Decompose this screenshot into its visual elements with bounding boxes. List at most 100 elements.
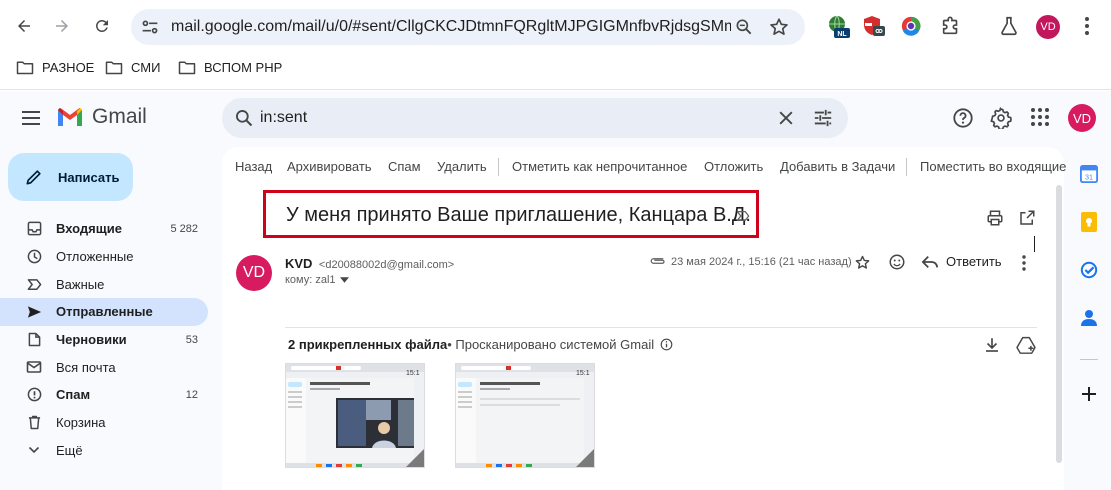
archive-button[interactable]: Архивировать [287, 159, 372, 174]
search-options-icon[interactable] [812, 108, 834, 128]
nav-item-inbox[interactable]: Входящие 5 282 [0, 215, 208, 243]
nav-label: Важные [56, 276, 105, 292]
help-icon[interactable] [952, 107, 974, 129]
bookmark-folder-vspom-php[interactable]: ВСПОМ PHP [178, 60, 282, 75]
back-button[interactable]: Назад [235, 159, 272, 174]
recipients-line[interactable]: кому: zal1 [285, 274, 349, 286]
nav-item-spam[interactable]: Спам 12 [0, 381, 208, 409]
forward-arrow-icon[interactable] [48, 12, 76, 40]
importance-marker-icon[interactable] [736, 210, 750, 222]
settings-gear-icon[interactable] [990, 107, 1012, 129]
reload-icon[interactable] [88, 12, 116, 40]
account-avatar[interactable]: VD [1068, 104, 1096, 132]
sender-name[interactable]: KVD [285, 256, 312, 271]
sender-avatar[interactable]: VD [236, 255, 272, 291]
attachment-thumbnail[interactable]: 15:1 [285, 363, 425, 468]
clock-icon [26, 249, 42, 265]
trash-icon [26, 415, 42, 431]
star-icon[interactable] [854, 254, 871, 271]
zoom-icon[interactable] [734, 17, 754, 37]
toolbar-divider [498, 158, 499, 176]
search-icon[interactable] [234, 108, 254, 128]
apps-grid-icon[interactable] [1030, 107, 1050, 127]
message-scrollbar[interactable] [1056, 185, 1062, 463]
text-cursor [1034, 236, 1035, 252]
address-bar[interactable]: mail.google.com/mail/u/0/#sent/CllgCKCJD… [131, 9, 805, 45]
nav-item-trash[interactable]: Корзина [0, 409, 208, 437]
attachment-thumbnail[interactable]: 15:1 [455, 363, 595, 468]
add-to-tasks-button[interactable]: Добавить в Задачи [780, 159, 895, 174]
caret-down-icon[interactable] [339, 277, 349, 283]
expand-icon [26, 442, 42, 458]
report-spam-button[interactable]: Спам [388, 159, 421, 174]
nav-item-drafts[interactable]: Черновики 53 [0, 326, 208, 354]
site-info-icon[interactable] [139, 16, 161, 38]
nav-item-important[interactable]: Важные [0, 270, 208, 298]
extensions-puzzle-icon[interactable] [939, 14, 963, 38]
nav-label: Черновики [56, 332, 127, 348]
more-options-icon[interactable] [1018, 254, 1030, 272]
nav-item-snoozed[interactable]: Отложенные [0, 243, 208, 271]
vpn-extension-icon[interactable]: NL [826, 14, 850, 38]
ext-badge-text: NL [837, 31, 847, 38]
email-subject: У меня принято Ваше приглашение, Канцара… [286, 204, 751, 226]
print-icon[interactable] [986, 209, 1004, 227]
nav-label: Вся почта [56, 359, 116, 375]
mail-search-bar[interactable]: in:sent [222, 98, 848, 138]
attachments-header: 2 прикрепленных файла • Просканировано с… [288, 337, 673, 352]
tasks-icon[interactable] [1078, 259, 1100, 281]
delete-button[interactable]: Удалить [437, 159, 487, 174]
draft-icon [26, 332, 42, 348]
compose-button[interactable]: Написать [8, 153, 133, 201]
nav-label: Входящие [56, 221, 122, 237]
calendar-icon[interactable]: 31 [1078, 163, 1100, 185]
nav-item-all-mail[interactable]: Вся почта [0, 353, 208, 381]
reply-button[interactable]: Ответить [922, 254, 1002, 269]
folder-icon [105, 61, 123, 75]
snooze-button[interactable]: Отложить [704, 159, 763, 174]
attachment-clip-icon [649, 255, 667, 267]
side-panel-divider [1080, 359, 1098, 360]
spam-icon [26, 387, 42, 403]
open-in-new-window-icon[interactable] [1018, 209, 1036, 227]
main-menu-icon[interactable] [20, 108, 42, 128]
bookmark-folder-smi[interactable]: СМИ [105, 60, 160, 75]
reply-label: Ответить [946, 254, 1002, 269]
bookmark-label: РАЗНОЕ [42, 60, 95, 75]
inbox-icon [26, 221, 42, 237]
nav-item-sent[interactable]: Отправленные [0, 298, 208, 326]
thumb-time-text: 15:1 [406, 370, 420, 377]
attachments-scan-note: • Просканировано системой Gmail [447, 337, 655, 352]
url-text[interactable]: mail.google.com/mail/u/0/#sent/CllgCKCJD… [171, 18, 731, 36]
clear-search-icon[interactable] [776, 108, 796, 128]
keep-notes-icon[interactable] [1078, 211, 1100, 233]
browser-menu-icon[interactable] [1078, 14, 1096, 38]
gmail-logo[interactable]: Gmail [56, 105, 147, 129]
bookmark-label: СМИ [131, 60, 161, 75]
emoji-reaction-icon[interactable] [888, 253, 906, 271]
save-to-drive-icon[interactable] [1016, 336, 1036, 354]
browser-profile-avatar[interactable]: VD [1036, 15, 1060, 39]
labs-flask-icon[interactable] [997, 14, 1021, 38]
search-query-text[interactable]: in:sent [260, 109, 307, 127]
sender-info: KVD <d20088002d@gmail.com> [285, 255, 454, 273]
move-to-inbox-button[interactable]: Поместить во входящие [920, 159, 1066, 174]
colorpicker-extension-icon[interactable] [899, 14, 923, 38]
nav-label: Ещё [56, 442, 83, 458]
info-icon[interactable] [660, 338, 673, 351]
nav-label: Корзина [56, 415, 106, 431]
mark-unread-button[interactable]: Отметить как непрочитанное [512, 159, 687, 174]
bookmark-star-icon[interactable] [768, 16, 790, 38]
screenshot-preview: 15:1 [456, 364, 594, 467]
add-addon-icon[interactable] [1078, 383, 1100, 405]
nav-item-more[interactable]: Ещё [0, 437, 208, 465]
back-arrow-icon[interactable] [10, 12, 38, 40]
download-all-icon[interactable] [983, 336, 1001, 354]
subject-highlight-box: У меня принято Ваше приглашение, Канцара… [263, 190, 759, 238]
page-fold-corner [576, 449, 594, 467]
send-icon [26, 304, 42, 320]
adblock-extension-icon[interactable] [862, 14, 886, 38]
compose-label: Написать [58, 169, 120, 185]
bookmark-folder-raznoe[interactable]: РАЗНОЕ [16, 60, 94, 75]
contacts-icon[interactable] [1078, 307, 1100, 329]
